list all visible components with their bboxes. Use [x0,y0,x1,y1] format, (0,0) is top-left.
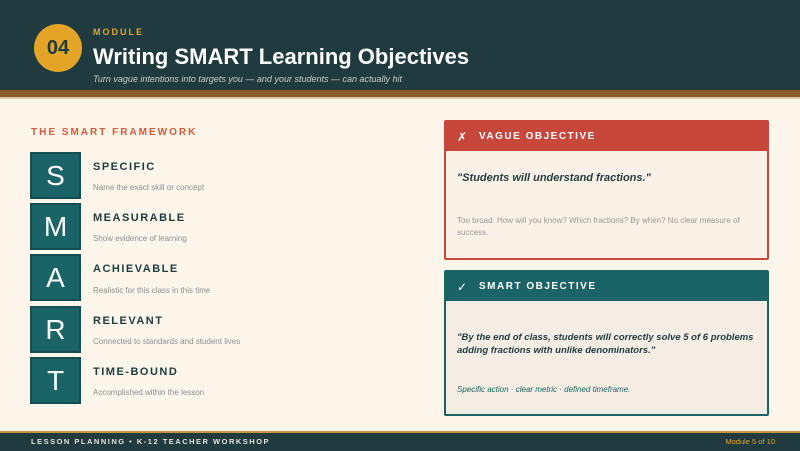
framework-item-desc: Name the exact skill or concept [93,183,205,192]
footer-module-counter: Module 5 of 10 [725,437,775,446]
smart-letter-s: S [30,152,81,199]
vague-objective-note: Too broad. How will you know? Which frac… [457,216,740,237]
page-subtitle: Turn vague intentions into targets you —… [93,74,403,84]
module-label: MODULE [93,27,144,37]
module-number-badge: 04 [34,24,82,72]
framework-item-desc: Accomplished within the lesson [93,388,205,397]
smart-card-label: SMART OBJECTIVE [479,281,597,292]
header-divider [0,90,800,97]
framework-section-title: THE SMART FRAMEWORK [31,127,198,138]
footer-course-label: LESSON PLANNING • K-12 TEACHER WORKSHOP [31,437,271,446]
footer-bar: LESSON PLANNING • K-12 TEACHER WORKSHOP … [0,431,800,451]
header-divider-thin [0,97,800,99]
check-mark-icon: ✓ [457,279,468,294]
smart-letter-a: A [30,254,81,301]
framework-item-title: MEASURABLE [93,212,186,224]
smart-objective-note: Specific action · clear metric · defined… [457,385,631,394]
page-title: Writing SMART Learning Objectives [93,44,470,69]
framework-item-title: SPECIFIC [93,161,156,173]
framework-item-desc: Connected to standards and student lives [93,337,241,346]
vague-card-header: ✗ VAGUE OBJECTIVE [446,122,767,151]
smart-card-header: ✓ SMART OBJECTIVE [446,272,767,301]
smart-letter-m: M [30,203,81,250]
smart-objective-card: ✓ SMART OBJECTIVE "By the end of class, … [444,270,769,416]
vague-objective-card: ✗ VAGUE OBJECTIVE "Students will underst… [444,120,769,260]
smart-letter-t: T [30,357,81,404]
framework-item-title: RELEVANT [93,315,164,327]
vague-objective-quote: "Students will understand fractions." [457,172,651,184]
framework-item-desc: Show evidence of learning [93,234,187,243]
header-bar: 04 MODULE Writing SMART Learning Objecti… [0,0,800,90]
framework-item-desc: Realistic for this class in this time [93,286,211,295]
x-mark-icon: ✗ [457,129,468,144]
framework-item-title: TIME-BOUND [93,366,179,378]
framework-item-title: ACHIEVABLE [93,263,179,275]
smart-letter-r: R [30,306,81,353]
smart-objective-quote: "By the end of class, students will corr… [457,332,754,356]
vague-card-label: VAGUE OBJECTIVE [479,131,596,142]
